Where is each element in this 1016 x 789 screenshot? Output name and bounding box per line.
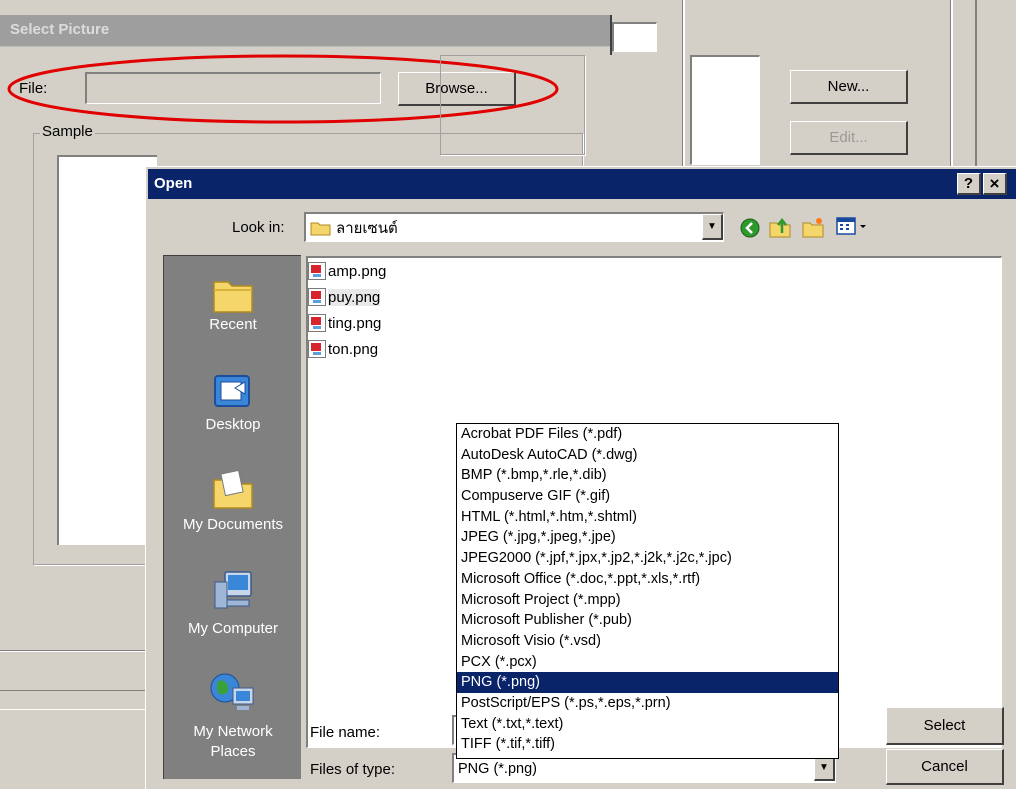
file-type-option[interactable]: Microsoft Project (*.mpp) (457, 590, 838, 611)
cancel-button[interactable]: Cancel (886, 749, 1004, 785)
place-recent[interactable]: Recent (164, 316, 302, 333)
my-computer-icon[interactable] (211, 568, 255, 610)
folder-icon (310, 222, 331, 235)
view-menu-icon[interactable] (836, 216, 870, 238)
files-of-type-label: Files of type: (310, 761, 396, 778)
files-of-type-value: PNG (*.png) (458, 760, 537, 777)
file-list-item-label: puy.png (328, 288, 381, 306)
file-list-item[interactable]: ting.png (308, 312, 381, 334)
place-desktop[interactable]: Desktop (164, 416, 302, 433)
file-type-option[interactable]: Acrobat PDF Files (*.pdf) (457, 424, 838, 445)
file-name-label: File name: (310, 724, 381, 741)
file-type-option[interactable]: TIFF (*.tif,*.tiff) (457, 734, 838, 755)
place-my-network-places[interactable]: My Network Places (164, 722, 302, 762)
file-type-option[interactable]: PNG (*.png) (457, 672, 838, 693)
file-list-item-label: ting.png (328, 314, 382, 332)
background-list-box (690, 55, 760, 165)
look-in-value: ลายเซนต์ (336, 219, 398, 237)
select-button[interactable]: Select (886, 707, 1004, 745)
place-my-computer[interactable]: My Computer (164, 620, 302, 637)
open-titlebar: Open ? × (148, 169, 1016, 199)
file-list-item-label: amp.png (328, 262, 387, 280)
file-list-item[interactable]: amp.png (308, 260, 386, 282)
file-type-option[interactable]: Microsoft Visio (*.vsd) (457, 631, 838, 652)
new-button[interactable]: New... (790, 70, 908, 104)
close-button[interactable]: × (983, 173, 1007, 195)
png-file-icon (308, 314, 326, 332)
background-panel-right-3 (975, 0, 977, 170)
png-file-icon (308, 340, 326, 358)
png-file-icon (308, 262, 326, 280)
background-panel-right (682, 0, 685, 170)
look-in-label: Look in: (232, 219, 285, 236)
select-picture-title: Select Picture (10, 21, 110, 38)
file-type-option[interactable]: Compuserve GIF (*.gif) (457, 486, 838, 507)
edit-button[interactable]: Edit... (790, 121, 908, 155)
file-type-option[interactable]: JPEG2000 (*.jpf,*.jpx,*.jp2,*.j2k,*.j2c,… (457, 548, 838, 569)
file-type-option[interactable]: BMP (*.bmp,*.rle,*.dib) (457, 465, 838, 486)
recent-icon[interactable] (211, 274, 255, 314)
background-panel-right-2 (950, 0, 953, 170)
background-group-box (440, 55, 585, 155)
close-icon: × (989, 173, 1000, 193)
chevron-down-icon: ▼ (819, 762, 829, 773)
background-bottom-left-line (0, 650, 150, 652)
sample-label: Sample (40, 123, 95, 140)
file-list-item-label: ton.png (328, 340, 379, 358)
file-list-item[interactable]: puy.png (308, 286, 381, 308)
look-in-combo[interactable]: ลายเซนต์ ▼ (304, 212, 724, 242)
file-list-item[interactable]: ton.png (308, 338, 378, 360)
file-type-option[interactable]: HTML (*.html,*.htm,*.shtml) (457, 507, 838, 528)
open-title: Open (154, 175, 193, 192)
file-type-option[interactable]: Microsoft Publisher (*.pub) (457, 610, 838, 631)
file-type-option[interactable]: PostScript/EPS (*.ps,*.eps,*.prn) (457, 693, 838, 714)
file-type-option[interactable]: Microsoft Office (*.doc,*.ppt,*.xls,*.rt… (457, 569, 838, 590)
file-type-option[interactable]: AutoDesk AutoCAD (*.dwg) (457, 445, 838, 466)
place-my-documents[interactable]: My Documents (164, 516, 302, 533)
place-my-network-places-label: My Network Places (193, 723, 273, 760)
file-type-dropdown-list[interactable]: Acrobat PDF Files (*.pdf) AutoDesk AutoCA… (456, 423, 839, 759)
file-type-options: Acrobat PDF Files (*.pdf) AutoDesk AutoCA… (457, 424, 838, 755)
places-bar: Recent Desktop My Documents My Computer (163, 255, 301, 779)
my-documents-icon[interactable] (211, 468, 255, 510)
look-in-dropdown-button[interactable]: ▼ (702, 214, 723, 240)
select-picture-titlebar: Select Picture (0, 15, 612, 47)
png-file-icon (308, 288, 326, 306)
file-type-option[interactable]: PCX (*.pcx) (457, 652, 838, 673)
up-folder-icon[interactable] (768, 215, 792, 239)
chevron-down-icon: ▼ (707, 221, 717, 232)
file-type-option[interactable]: Text (*.txt,*.text) (457, 714, 838, 735)
desktop-icon[interactable] (211, 372, 255, 412)
file-type-option[interactable]: JPEG (*.jpg,*.jpeg,*.jpe) (457, 527, 838, 548)
sample-preview (57, 155, 157, 545)
back-icon[interactable] (739, 217, 761, 239)
my-network-places-icon[interactable] (209, 670, 255, 714)
help-button[interactable]: ? (957, 173, 981, 195)
open-dialog: Open ? × Look in: ลายเซนต์ ▼ Recent Desk… (145, 166, 1016, 789)
background-field-top (612, 22, 657, 52)
new-folder-icon[interactable] (801, 215, 825, 239)
background-bottom-left-box (0, 690, 150, 710)
